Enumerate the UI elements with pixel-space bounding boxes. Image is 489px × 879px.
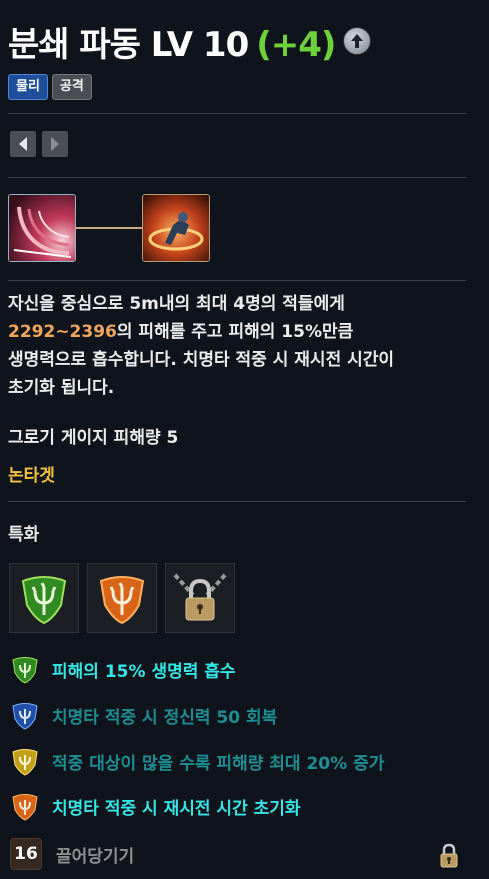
chevron-right-icon <box>51 137 59 151</box>
desc-line-4: 초기화 됩니다. <box>8 378 115 398</box>
blue-trident-icon <box>12 703 38 730</box>
spec-effect-4-text: 치명타 적중 시 재시전 시간 초기화 <box>52 798 301 819</box>
skill-level-bonus: (+4) <box>256 24 336 65</box>
specialization-label: 특화 <box>8 525 40 545</box>
chained-lock-icon <box>173 573 227 621</box>
skill-name-level: 분쇄 파동 LV 10 <box>8 24 249 65</box>
padlock-icon <box>439 843 459 873</box>
divider <box>8 113 466 114</box>
locked-spec-row: 16 끌어당기기 <box>10 838 134 870</box>
spec-effect-2: 치명타 적중 시 정신력 50 회복 <box>10 699 277 731</box>
upgrade-arrow-icon[interactable] <box>343 27 372 55</box>
spec-slot-locked[interactable] <box>165 563 235 633</box>
spec-effect-3-text: 적중 대상이 많을 수록 피해량 최대 20% 증가 <box>52 753 385 774</box>
divider <box>8 501 466 502</box>
spec-effect-4: 치명타 적중 시 재시전 시간 초기화 <box>10 790 301 822</box>
stagger-stat: 그로기 게이지 피해량 5 <box>8 428 179 448</box>
spec-slot-orange[interactable] <box>87 563 157 633</box>
shockwave-skill-icon <box>9 195 75 261</box>
chevron-left-icon <box>19 137 27 151</box>
skill-nav <box>10 131 68 157</box>
spec-effect-2-text: 치명타 적중 시 정신력 50 회복 <box>52 707 278 728</box>
skill-icon-current[interactable] <box>8 194 76 262</box>
skill-icon-next[interactable] <box>142 194 210 262</box>
desc-line-2: 2292~2396의 피해를 주고 피해의 15%만큼 <box>8 318 478 346</box>
tag-physical: 물리 <box>8 74 48 100</box>
warrior-strike-skill-icon <box>143 195 209 261</box>
spec-effect-1-text: 피해의 15% 생명력 흡수 <box>52 661 236 682</box>
skill-description: 자신을 중심으로 5m내의 최대 4명의 적들에게 2292~2396의 피해를… <box>8 290 478 402</box>
damage-range: 2292~2396 <box>8 322 117 342</box>
skill-tooltip: 분쇄 파동 LV 10 (+4) 물리 공격 자신을 중심으로 5m내의 최대 … <box>0 0 489 879</box>
divider <box>8 177 466 178</box>
unlock-level-badge: 16 <box>10 838 42 870</box>
prev-button[interactable] <box>10 131 36 157</box>
spec-slot-green[interactable] <box>9 563 79 633</box>
skill-tags: 물리 공격 <box>8 74 92 100</box>
skill-chain <box>8 194 218 262</box>
spec-effect-3: 적중 대상이 많을 수록 피해량 최대 20% 증가 <box>10 745 384 777</box>
tag-attack: 공격 <box>51 74 92 100</box>
skill-title: 분쇄 파동 LV 10 (+4) <box>8 17 336 66</box>
spec-effect-1: 피해의 15% 생명력 흡수 <box>10 653 236 685</box>
next-button[interactable] <box>42 131 68 157</box>
title-row: 분쇄 파동 LV 10 (+4) <box>8 16 372 66</box>
specialization-slots <box>9 563 235 633</box>
green-trident-shield-icon <box>21 576 67 625</box>
skill-keyword: 논타겟 <box>8 466 55 486</box>
green-trident-icon <box>12 657 38 684</box>
desc-line-2-rest: 의 피해를 주고 피해의 15%만큼 <box>116 322 354 342</box>
orange-trident-icon <box>12 794 38 821</box>
desc-line-1: 자신을 중심으로 5m내의 최대 4명의 적들에게 <box>8 294 345 314</box>
chain-connector <box>76 227 142 229</box>
yellow-trident-icon <box>12 749 38 776</box>
locked-spec-name: 끌어당기기 <box>56 846 135 867</box>
divider <box>8 280 466 281</box>
desc-line-3: 생명력으로 흡수합니다. 치명타 적중 시 재시전 시간이 <box>8 350 395 370</box>
orange-trident-shield-icon <box>99 576 145 625</box>
